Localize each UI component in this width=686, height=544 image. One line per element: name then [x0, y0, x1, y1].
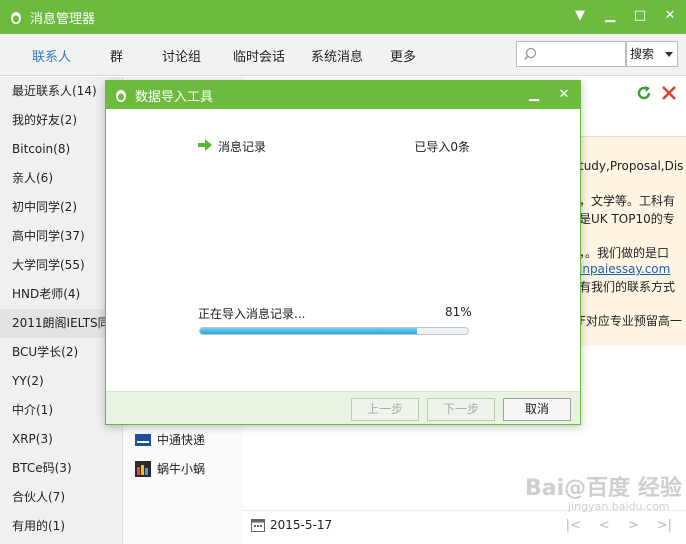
record-status: 已导入0条: [414, 140, 470, 154]
current-date: 2015-5-17: [270, 518, 333, 532]
date-bar: 2015-5-17 |< < > >|: [243, 510, 686, 540]
dialog-footer: 上一步 下一步 取消: [106, 391, 580, 424]
sidebar-item[interactable]: 有用的(1): [0, 512, 122, 541]
list-item[interactable]: 蜗牛小蜗: [135, 460, 205, 477]
progress-label: 正在导入消息记录...: [198, 307, 306, 321]
search-scope-select[interactable]: 搜索: [626, 41, 678, 67]
minimize-icon[interactable]: ▁: [526, 87, 542, 103]
sidebar-item[interactable]: Bitcoin(8): [0, 135, 122, 164]
message-text: 是UK TOP10的专: [579, 212, 675, 226]
close-icon[interactable]: ✕: [662, 8, 678, 24]
chevron-down-icon: [665, 52, 673, 57]
sidebar-item[interactable]: BTCe码(3): [0, 454, 122, 483]
delete-icon[interactable]: [660, 84, 678, 102]
sidebar-item[interactable]: XRP(3): [0, 425, 122, 454]
cancel-button[interactable]: 取消: [503, 398, 571, 421]
next-step-button[interactable]: 下一步: [427, 398, 495, 421]
tab-more[interactable]: 更多: [390, 46, 416, 65]
record-label: 消息记录: [218, 140, 267, 154]
tab-contacts[interactable]: 联系人: [32, 46, 71, 65]
message-text: 有我们的联系方式: [579, 280, 676, 294]
message-link[interactable]: inpaiessay.com: [579, 262, 670, 276]
window-title: 消息管理器: [30, 11, 96, 27]
watermark-url: jingyan.baidu.com: [568, 500, 670, 513]
message-text: tudy,Proposal,Dis: [579, 159, 684, 173]
avatar: [135, 460, 151, 477]
maximize-icon[interactable]: □: [632, 8, 648, 24]
prev-step-button[interactable]: 上一步: [351, 398, 419, 421]
tab-discussions[interactable]: 讨论组: [162, 46, 201, 65]
tab-groups[interactable]: 群: [110, 46, 123, 65]
sidebar-item[interactable]: 我的好友(2): [0, 106, 122, 135]
sidebar-item[interactable]: 合伙人(7): [0, 483, 122, 512]
dialog-title: 数据导入工具: [135, 89, 214, 105]
progress-bar: [199, 327, 469, 335]
message-text: ，文学等。工科有: [579, 194, 676, 208]
calendar-icon[interactable]: [251, 518, 265, 532]
message-text: F对应专业预留高一: [579, 314, 682, 328]
watermark: Bai@百度 经验: [525, 476, 682, 501]
progress-fill: [200, 328, 418, 334]
search-icon: [523, 47, 537, 61]
last-page-icon[interactable]: >|: [657, 518, 672, 533]
sidebar-item[interactable]: YY(2): [0, 367, 122, 396]
sidebar-item[interactable]: 最近联系人(14): [0, 77, 122, 106]
refresh-icon[interactable]: [635, 84, 653, 102]
sidebar-item[interactable]: 初中同学(2): [0, 193, 122, 222]
first-page-icon[interactable]: |<: [566, 518, 581, 533]
sidebar-item[interactable]: 大学同学(55): [0, 251, 122, 280]
penguin-logo-icon: [11, 12, 21, 24]
sidebar-item-selected[interactable]: 2011朗阁IELTS同..: [0, 309, 122, 338]
import-dialog: 数据导入工具 ▁ ✕ 消息记录 已导入0条 正在导入消息记录... 81% 上一…: [105, 80, 581, 425]
sidebar-item[interactable]: 亲人(6): [0, 164, 122, 193]
arrow-right-icon: [198, 139, 212, 151]
sidebar-item[interactable]: BCU学长(2): [0, 338, 122, 367]
sidebar-item[interactable]: HND老师(4): [0, 280, 122, 309]
progress-percent: 81%: [445, 305, 472, 319]
next-page-icon[interactable]: >: [628, 518, 639, 533]
dialog-titlebar: 数据导入工具 ▁ ✕: [106, 81, 580, 109]
search-scope-label: 搜索: [630, 47, 655, 61]
courier-logo-icon: [135, 433, 151, 446]
list-item[interactable]: 中通快递: [135, 431, 205, 448]
tab-temp-sessions[interactable]: 临时会话: [233, 46, 285, 65]
dialog-body: 消息记录 已导入0条 正在导入消息记录... 81%: [106, 109, 580, 391]
sidebar-item[interactable]: 中介(1): [0, 396, 122, 425]
minimize-icon[interactable]: ▁: [602, 8, 618, 24]
contact-name: 蜗牛小蜗: [157, 462, 206, 476]
contact-name: 中通快递: [157, 433, 206, 447]
prev-page-icon[interactable]: <: [599, 518, 610, 533]
search-input[interactable]: [516, 41, 626, 67]
sidebar-item[interactable]: 高中同学(37): [0, 222, 122, 251]
message-text: ，。我们做的是口: [579, 246, 670, 260]
dropdown-arrow-icon[interactable]: ▼: [572, 8, 588, 24]
window-titlebar: 消息管理器 ▼ ▁ □ ✕: [0, 0, 686, 34]
penguin-logo-icon: [116, 90, 126, 102]
close-icon[interactable]: ✕: [556, 87, 572, 103]
import-record-row: 消息记录 已导入0条: [198, 138, 470, 154]
tab-system-messages[interactable]: 系统消息: [311, 46, 363, 65]
